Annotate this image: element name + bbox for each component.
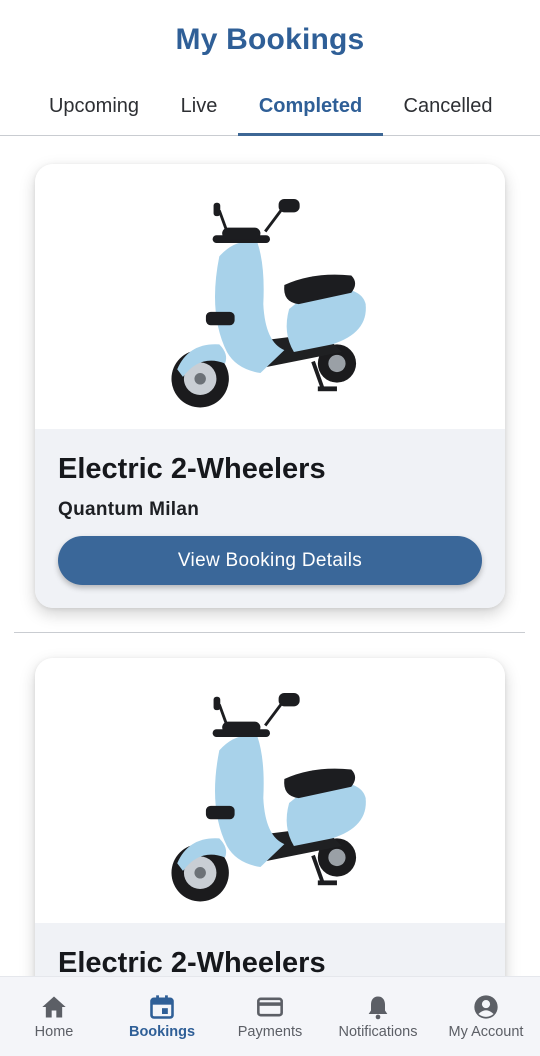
scooter-image xyxy=(35,658,505,923)
nav-my-account-label: My Account xyxy=(448,1024,524,1040)
bottom-navigation: Home Bookings Payments Notifications My … xyxy=(0,976,540,1056)
booking-card: Electric 2-Wheelers xyxy=(35,658,505,976)
home-icon xyxy=(42,996,66,1018)
tab-live[interactable]: Live xyxy=(165,80,233,135)
header: My Bookings xyxy=(0,0,540,80)
bell-icon xyxy=(368,996,388,1020)
page-title: My Bookings xyxy=(175,23,365,56)
booking-card: Electric 2-Wheelers Quantum Milan View B… xyxy=(35,164,505,608)
card-icon xyxy=(257,997,283,1017)
booking-model: Quantum Milan xyxy=(58,499,200,520)
scooter-image xyxy=(35,164,505,429)
nav-home-label: Home xyxy=(34,1024,74,1040)
tab-cancelled[interactable]: Cancelled xyxy=(392,80,504,135)
calendar-icon xyxy=(150,995,174,1019)
nav-home[interactable]: Home xyxy=(0,977,108,1056)
nav-bookings-label: Bookings xyxy=(128,1024,196,1040)
card-divider xyxy=(14,632,525,633)
booking-category: Electric 2-Wheelers xyxy=(58,947,326,976)
nav-notifications-label: Notifications xyxy=(338,1024,418,1040)
nav-notifications[interactable]: Notifications xyxy=(324,977,432,1056)
view-booking-details-button[interactable]: View Booking Details xyxy=(58,536,482,585)
nav-bookings[interactable]: Bookings xyxy=(108,977,216,1056)
nav-payments-label: Payments xyxy=(237,1024,303,1040)
booking-list[interactable]: Electric 2-Wheelers Quantum Milan View B… xyxy=(0,136,540,976)
account-icon xyxy=(474,995,498,1019)
scooter-illustration xyxy=(169,196,368,409)
tab-completed[interactable]: Completed xyxy=(238,80,383,136)
booking-tabs: Upcoming Live Completed Cancelled xyxy=(0,80,540,136)
scooter-illustration xyxy=(169,690,368,903)
booking-card-body: Electric 2-Wheelers Quantum Milan View B… xyxy=(35,429,505,608)
booking-card-body: Electric 2-Wheelers xyxy=(35,923,505,976)
nav-payments[interactable]: Payments xyxy=(216,977,324,1056)
booking-category: Electric 2-Wheelers xyxy=(58,453,326,485)
tab-upcoming[interactable]: Upcoming xyxy=(38,80,150,135)
nav-my-account[interactable]: My Account xyxy=(432,977,540,1056)
